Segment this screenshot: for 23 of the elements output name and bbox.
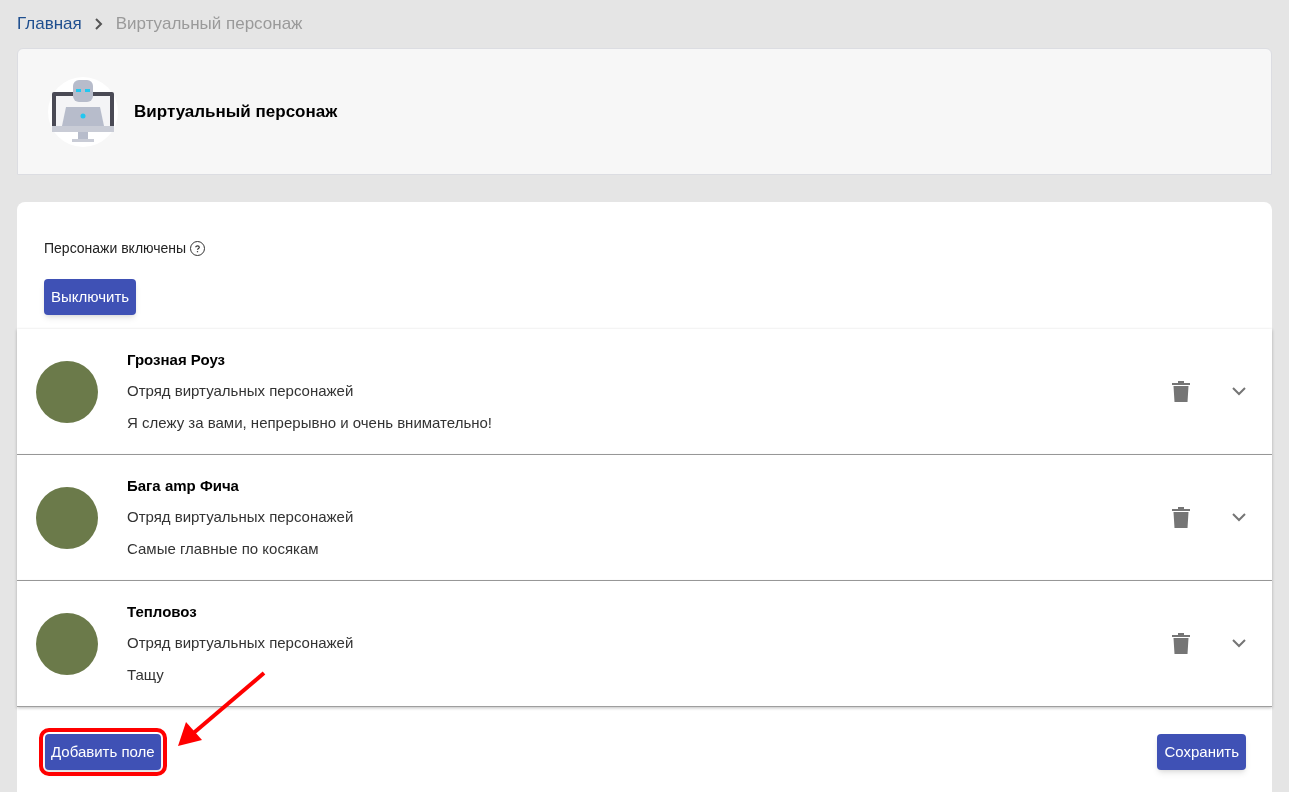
chevron-right-icon xyxy=(93,18,104,30)
character-name: Тепловоз xyxy=(127,601,198,622)
page-title: Виртуальный персонаж xyxy=(134,100,338,123)
character-group: Отряд виртуальных персонажей xyxy=(127,380,1168,403)
breadcrumb-item: Виртуальный персонаж xyxy=(115,13,303,36)
save-button[interactable]: Сохранить xyxy=(1157,734,1246,770)
chevron-down-icon xyxy=(1232,639,1246,648)
character-group: Отряд виртуальных персонажей xyxy=(127,506,1168,529)
chevron-down-icon xyxy=(1232,513,1246,522)
trash-icon xyxy=(1172,506,1190,529)
character-description: Самые главные по косякам xyxy=(127,538,320,559)
status-label: Персонажи включены xyxy=(44,239,187,258)
character-description: Тащу xyxy=(127,664,165,685)
character-name: Бага amp Фича xyxy=(127,475,240,496)
breadcrumb-item[interactable]: Главная xyxy=(17,11,82,37)
trash-icon xyxy=(1172,380,1190,403)
chevron-down-icon xyxy=(1232,387,1246,396)
trash-icon xyxy=(1172,632,1190,655)
disable-button[interactable]: Выключить xyxy=(44,279,137,315)
character-description: Я слежу за вами, непрерывно и очень внимательно! xyxy=(127,412,494,433)
character-group: Отряд виртуальных персонажей xyxy=(127,632,1168,655)
robot-monitor-icon xyxy=(48,76,118,147)
character-name: Грозная Роуз xyxy=(127,349,227,370)
